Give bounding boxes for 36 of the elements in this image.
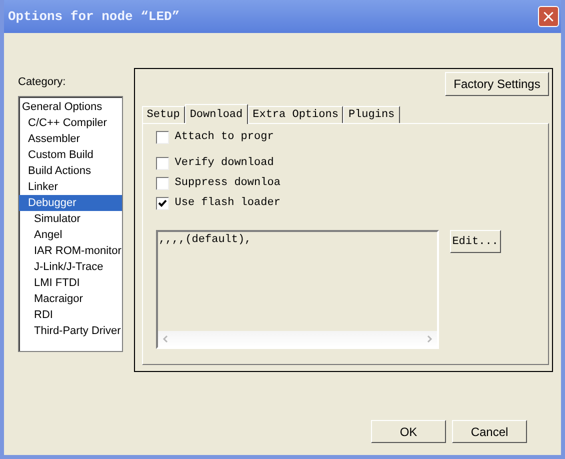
category-item[interactable]: C/C++ Compiler bbox=[19, 115, 122, 131]
checkbox-label: Attach to progr bbox=[174, 131, 274, 143]
loader-list[interactable]: ,,,,(default), bbox=[156, 230, 439, 349]
list-line: ,,,,(default), bbox=[158, 234, 252, 246]
checkbox-label: Suppress downloa bbox=[174, 177, 280, 189]
tab[interactable]: Extra Options bbox=[248, 106, 344, 123]
dialog-button[interactable]: OK bbox=[371, 420, 446, 443]
category-item[interactable]: J-Link/J-Trace bbox=[19, 259, 122, 275]
category-item[interactable]: Angel bbox=[19, 227, 122, 243]
checkbox[interactable] bbox=[156, 196, 169, 210]
category-item[interactable]: LMI FTDI bbox=[19, 275, 122, 291]
tab[interactable]: Plugins bbox=[343, 106, 400, 123]
category-item[interactable]: Build Actions bbox=[19, 163, 122, 179]
category-item[interactable]: Simulator bbox=[19, 211, 122, 227]
checkbox-label: Use flash loader bbox=[174, 197, 280, 209]
category-item[interactable]: IAR ROM-monitor bbox=[19, 243, 122, 259]
tab[interactable]: Setup bbox=[142, 106, 185, 123]
dialog-button[interactable]: Cancel bbox=[452, 420, 527, 443]
category-item[interactable]: Custom Build bbox=[19, 147, 122, 163]
category-label: Category: bbox=[18, 76, 67, 88]
tab[interactable]: Download bbox=[184, 104, 248, 124]
category-item[interactable]: Linker bbox=[19, 179, 122, 195]
checkbox-label: Verify download bbox=[174, 157, 274, 169]
category-item[interactable]: Macraigor bbox=[19, 291, 122, 307]
close-button[interactable]: × bbox=[538, 6, 559, 27]
checkbox[interactable] bbox=[156, 176, 169, 190]
category-item[interactable]: Assembler bbox=[19, 131, 122, 147]
checkbox[interactable] bbox=[156, 156, 169, 170]
category-item[interactable]: Debugger bbox=[19, 195, 122, 211]
category-item[interactable]: RDI bbox=[19, 307, 122, 323]
category-item[interactable]: Third-Party Driver bbox=[19, 323, 122, 339]
edit-button[interactable]: Edit... bbox=[450, 230, 501, 253]
factory-settings-button[interactable]: Factory Settings bbox=[445, 72, 549, 96]
window-title: Options for node “LED” bbox=[8, 9, 180, 24]
category-item[interactable]: General Options bbox=[19, 99, 122, 115]
checkbox[interactable] bbox=[156, 130, 169, 144]
